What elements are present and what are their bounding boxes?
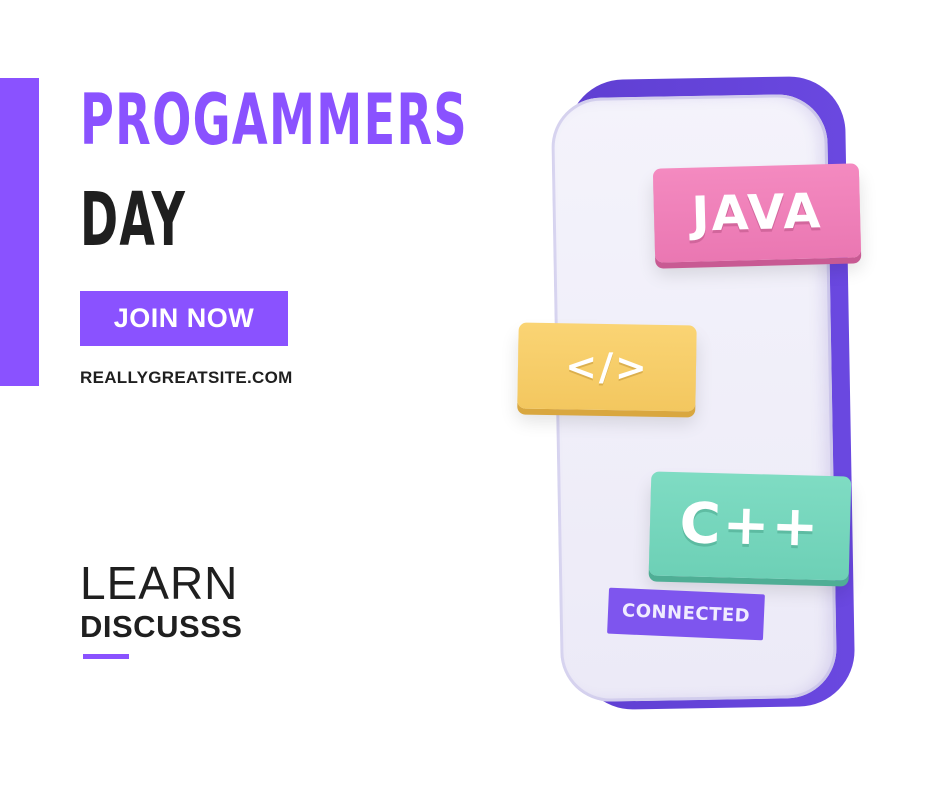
discuss-text: DISCUSSS bbox=[80, 609, 243, 644]
connected-badge: CONNECTED bbox=[607, 587, 765, 641]
page-subtitle: DAY bbox=[80, 177, 187, 263]
website-link[interactable]: REALLYGREATSITE.COM bbox=[80, 368, 293, 388]
learn-text: LEARN bbox=[80, 557, 239, 609]
accent-bar bbox=[0, 78, 39, 386]
java-tag: JAVA bbox=[652, 163, 862, 263]
join-now-button[interactable]: JOIN NOW bbox=[80, 291, 288, 346]
page-title: PROGAMMERS bbox=[80, 79, 468, 161]
cpp-tag: C++ bbox=[648, 471, 852, 581]
code-tag-icon: </> bbox=[517, 322, 697, 412]
accent-underline bbox=[83, 654, 129, 659]
